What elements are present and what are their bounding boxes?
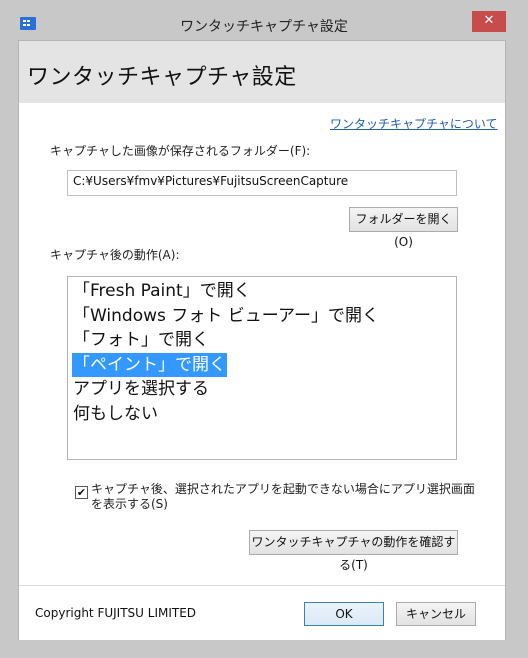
folder-label: キャプチャした画像が保存されるフォルダー(F): <box>50 144 311 158</box>
list-item[interactable]: 何もしない <box>70 402 454 427</box>
footer: Copyright FUJITSU LIMITED OK キャンセル <box>19 585 505 640</box>
about-link[interactable]: ワンタッチキャプチャについて <box>330 115 498 132</box>
copyright-text: Copyright FUJITSU LIMITED <box>35 606 197 620</box>
option-label[interactable]: キャプチャ後、選択されたアプリを起動できない場合にアプリ選択画面を表示する(S) <box>91 482 476 512</box>
list-item-label: 「Fresh Paint」で開く <box>73 281 251 301</box>
ok-button[interactable]: OK <box>304 602 384 626</box>
window-title: ワンタッチキャプチャ設定 <box>180 19 348 35</box>
list-item[interactable]: 「フォト」で開く <box>70 328 454 353</box>
action-label: キャプチャ後の動作(A): <box>50 248 180 262</box>
checkmark-icon: ✔ <box>76 486 87 499</box>
action-listbox[interactable]: 「Fresh Paint」で開く「Windows フォト ビューアー」で開く 「フ… <box>67 276 457 460</box>
cancel-button[interactable]: キャンセル <box>396 602 476 626</box>
list-item-label: 何もしない <box>73 403 158 424</box>
list-item-label: 「ペイント」で開く <box>72 352 227 377</box>
close-icon: ✕ <box>483 13 495 28</box>
dialog-window: ワンタッチキャプチャ設定 ✕ ワンタッチキャプチャ設定 ワンタッチキャプチャにつ… <box>0 0 528 658</box>
option-row[interactable]: ✔ キャプチャ後、選択されたアプリを起動できない場合にアプリ選択画面を表示する(… <box>73 482 476 516</box>
list-item[interactable]: 「Windows フォト ビューアー」で開く <box>70 304 454 329</box>
list-item[interactable]: 「Fresh Paint」で開く <box>70 279 454 304</box>
list-item-label: アプリを選択する <box>73 379 209 399</box>
confirm-action-button[interactable]: ワンタッチキャプチャの動作を確認する(T) <box>249 530 458 572</box>
header-band: ワンタッチキャプチャ設定 <box>19 41 505 103</box>
list-item[interactable]: アプリを選択する <box>70 377 454 402</box>
list-item-label: 「フォト」で開く <box>73 330 209 350</box>
option-checkbox[interactable]: ✔ <box>75 486 88 499</box>
list-item-label: 「Windows フォト ビューアー」で開く <box>73 305 379 326</box>
title-bar[interactable]: ワンタッチキャプチャ設定 ✕ <box>0 0 528 40</box>
close-button[interactable]: ✕ <box>472 11 506 32</box>
folder-path-field[interactable]: C:¥Users¥fmv¥Pictures¥FujitsuScreenCaptu… <box>67 170 457 196</box>
list-item[interactable]: 「ペイント」で開く <box>70 352 454 377</box>
open-folder-button[interactable]: フォルダーを開く(O) <box>349 207 458 249</box>
dialog-content: ワンタッチキャプチャ設定 ワンタッチキャプチャについて キャプチャした画像が保存… <box>18 40 506 640</box>
page-title: ワンタッチキャプチャ設定 <box>27 65 297 90</box>
